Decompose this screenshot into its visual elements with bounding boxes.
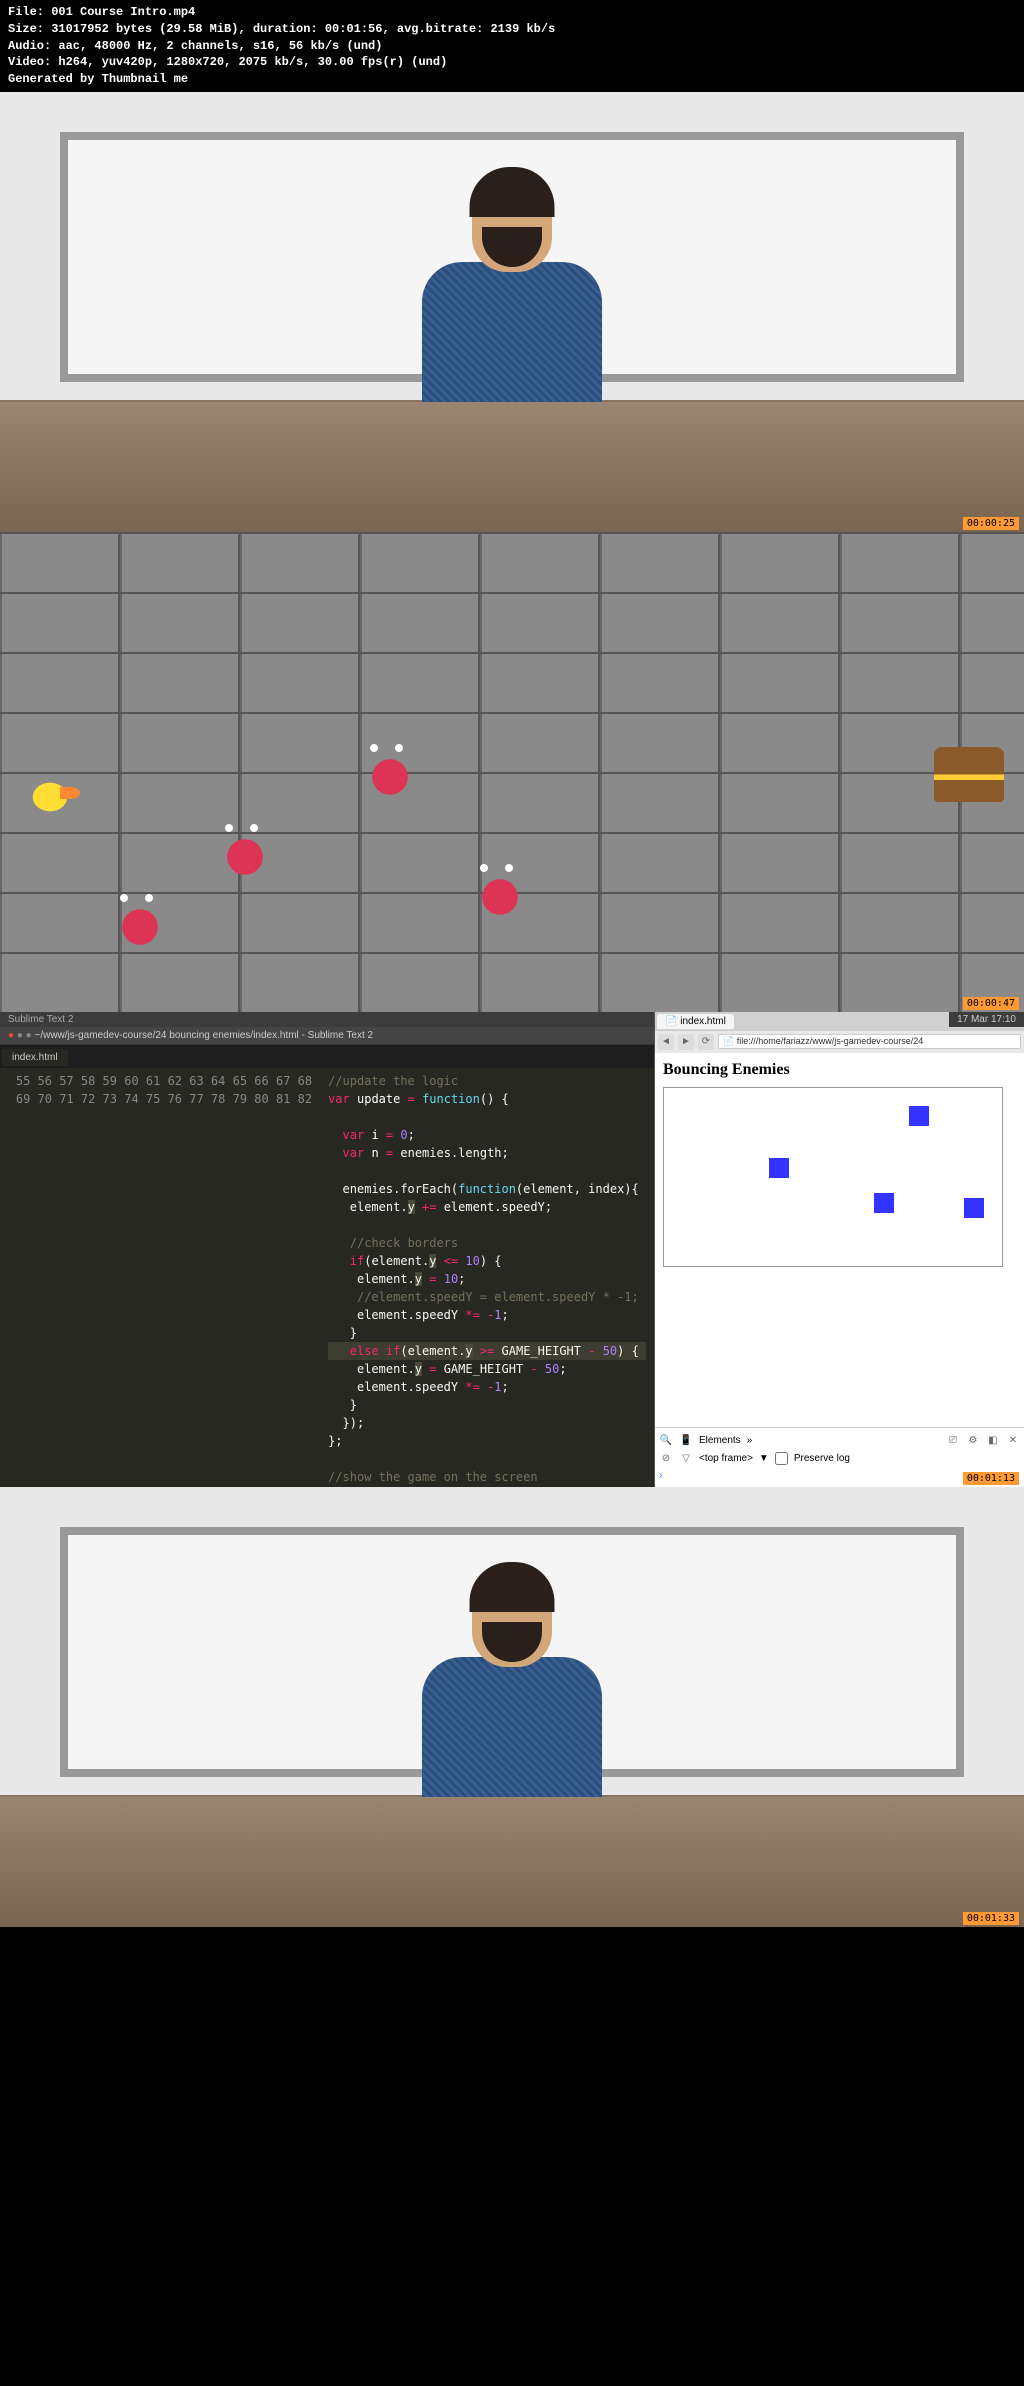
page-content: Bouncing Enemies bbox=[655, 1053, 1024, 1427]
generator-info: Generated by Thumbnail me bbox=[8, 71, 1016, 88]
frame-selector[interactable]: <top frame> bbox=[699, 1453, 753, 1464]
console-prompt-icon: › bbox=[659, 1470, 662, 1481]
desk bbox=[0, 1797, 1024, 1927]
app-title: Sublime Text 2 bbox=[0, 1012, 654, 1027]
close-icon[interactable]: ✕ bbox=[1006, 1434, 1020, 1448]
address-input[interactable]: 📄 file:///home/fariazz/www/js-gamedev-co… bbox=[718, 1034, 1021, 1049]
duck-sprite bbox=[20, 772, 80, 822]
enemy-square bbox=[874, 1193, 894, 1213]
frame-dropdown-icon[interactable]: ▼ bbox=[759, 1453, 769, 1464]
forward-button[interactable]: ► bbox=[678, 1034, 694, 1050]
editor-tabs[interactable]: index.html bbox=[0, 1045, 654, 1068]
reload-button[interactable]: ⟳ bbox=[698, 1034, 714, 1050]
preserve-log-label: Preserve log bbox=[794, 1453, 850, 1464]
dock-icon[interactable]: ◧ bbox=[986, 1434, 1000, 1448]
game-canvas[interactable] bbox=[663, 1087, 1003, 1267]
enemy-square bbox=[769, 1158, 789, 1178]
device-icon[interactable]: 📱 bbox=[679, 1434, 693, 1448]
thumbnail-frame-4: 00:01:33 bbox=[0, 1487, 1024, 1927]
clear-icon[interactable]: ⊘ bbox=[659, 1452, 673, 1466]
browser-tab[interactable]: 📄 index.html bbox=[657, 1014, 734, 1029]
settings-icon[interactable]: ⚙ bbox=[966, 1434, 980, 1448]
thumbnail-frame-1: 00:00:25 bbox=[0, 92, 1024, 532]
thumbnail-frame-2: 00:00:47 bbox=[0, 532, 1024, 1012]
timestamp-3: 00:01:13 bbox=[963, 1472, 1019, 1485]
page-heading: Bouncing Enemies bbox=[663, 1061, 1016, 1079]
instructor bbox=[412, 172, 612, 432]
crab-sprite bbox=[110, 902, 170, 952]
crab-sprite bbox=[215, 832, 275, 882]
back-button[interactable]: ◄ bbox=[658, 1034, 674, 1050]
video-metadata-header: File: 001 Course Intro.mp4 Size: 3101795… bbox=[0, 0, 1024, 92]
timestamp-2: 00:00:47 bbox=[963, 997, 1019, 1010]
enemy-square bbox=[909, 1106, 929, 1126]
inspect-icon[interactable]: 🔍 bbox=[659, 1434, 673, 1448]
filter-icon[interactable]: ▽ bbox=[679, 1452, 693, 1466]
url-bar[interactable]: ◄ ► ⟳ 📄 file:///home/fariazz/www/js-game… bbox=[655, 1031, 1024, 1053]
line-gutter: 55 56 57 58 59 60 61 62 63 64 65 66 67 6… bbox=[0, 1068, 320, 1487]
audio-info: Audio: aac, 48000 Hz, 2 channels, s16, 5… bbox=[8, 38, 1016, 55]
treasure-chest-sprite bbox=[934, 747, 1004, 802]
browser-preview: 📄 index.html ◄ ► ⟳ 📄 file:///home/fariaz… bbox=[654, 1012, 1024, 1487]
file-info: File: 001 Course Intro.mp4 bbox=[8, 4, 1016, 21]
elements-tab[interactable]: Elements bbox=[699, 1435, 741, 1446]
instructor bbox=[412, 1567, 612, 1827]
desk bbox=[0, 402, 1024, 532]
code-editor: Sublime Text 2 ● ● ● ~/www/js-gamedev-co… bbox=[0, 1012, 654, 1487]
crab-sprite bbox=[360, 752, 420, 802]
window-title[interactable]: ● ● ● ~/www/js-gamedev-course/24 bouncin… bbox=[0, 1027, 654, 1045]
timestamp-1: 00:00:25 bbox=[963, 517, 1019, 530]
enemy-square bbox=[964, 1198, 984, 1218]
file-tab[interactable]: index.html bbox=[2, 1049, 68, 1066]
code-content[interactable]: //update the logic var update = function… bbox=[320, 1068, 654, 1487]
clock: 17 Mar 17:10 bbox=[957, 1014, 1016, 1025]
more-tabs[interactable]: » bbox=[747, 1435, 753, 1446]
thumbnail-frame-3: Sublime Text 2 ● ● ● ~/www/js-gamedev-co… bbox=[0, 1012, 1024, 1487]
size-info: Size: 31017952 bytes (29.58 MiB), durati… bbox=[8, 21, 1016, 38]
console-icon[interactable]: ⎚ bbox=[946, 1434, 960, 1448]
system-menu: 17 Mar 17:10 bbox=[949, 1012, 1024, 1027]
game-background bbox=[0, 532, 1024, 1012]
timestamp-4: 00:01:33 bbox=[963, 1912, 1019, 1925]
crab-sprite bbox=[470, 872, 530, 922]
preserve-log-checkbox[interactable] bbox=[775, 1452, 788, 1465]
video-info: Video: h264, yuv420p, 1280x720, 2075 kb/… bbox=[8, 54, 1016, 71]
